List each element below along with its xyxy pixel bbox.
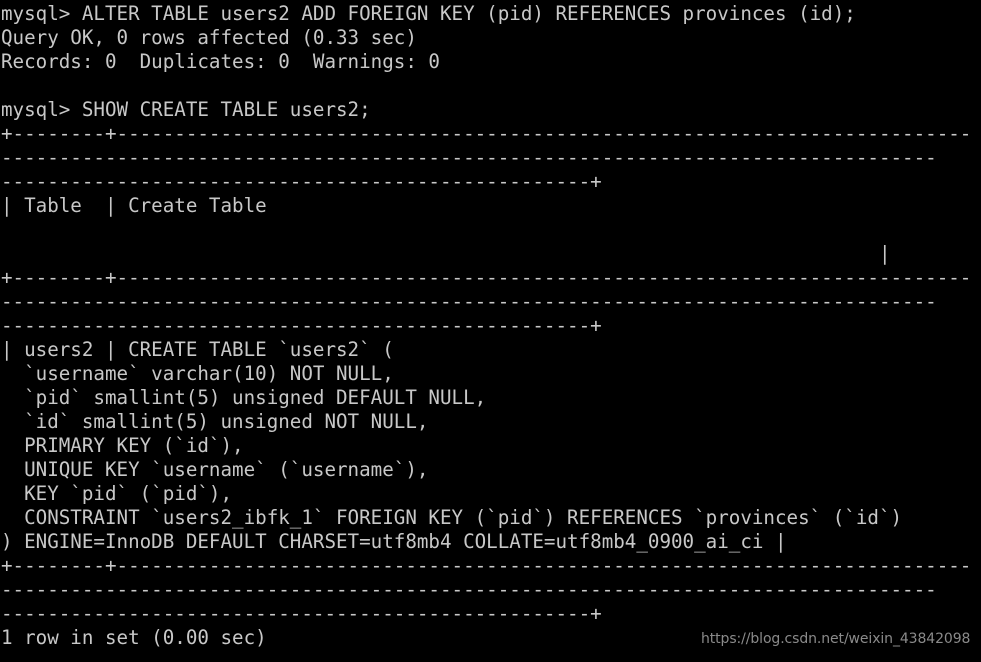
terminal-window[interactable]: mysql> ALTER TABLE users2 ADD FOREIGN KE… <box>0 0 981 662</box>
terminal-line: UNIQUE KEY `username` (`username`), <box>1 458 429 481</box>
terminal-line: CONSTRAINT `users2_ibfk_1` FOREIGN KEY (… <box>1 506 903 529</box>
terminal-line: ----------------------------------------… <box>1 290 937 313</box>
terminal-line: `pid` smallint(5) unsigned DEFAULT NULL, <box>1 386 487 409</box>
terminal-line: `id` smallint(5) unsigned NOT NULL, <box>1 410 429 433</box>
terminal-line: Records: 0 Duplicates: 0 Warnings: 0 <box>1 50 440 73</box>
terminal-line: ----------------------------------------… <box>1 314 602 337</box>
terminal-line: ----------------------------------------… <box>1 602 602 625</box>
terminal-line: PRIMARY KEY (`id`), <box>1 434 244 457</box>
terminal-line: `username` varchar(10) NOT NULL, <box>1 362 394 385</box>
terminal-line: +--------+------------------------------… <box>1 554 972 577</box>
terminal-line: KEY `pid` (`pid`), <box>1 482 233 505</box>
watermark-url: https://blog.csdn.net/weixin_43842098 <box>701 631 971 647</box>
terminal-line: ) ENGINE=InnoDB DEFAULT CHARSET=utf8mb4 … <box>1 530 787 553</box>
terminal-line: +--------+------------------------------… <box>1 122 972 145</box>
terminal-output: mysql> ALTER TABLE users2 ADD FOREIGN KE… <box>1 2 981 650</box>
terminal-line: | <box>1 242 891 265</box>
terminal-line: | Table | Create Table <box>1 194 267 217</box>
terminal-line: mysql> SHOW CREATE TABLE users2; <box>1 98 371 121</box>
terminal-line: Query OK, 0 rows affected (0.33 sec) <box>1 26 417 49</box>
terminal-line: ----------------------------------------… <box>1 578 937 601</box>
terminal-line: +--------+------------------------------… <box>1 266 972 289</box>
terminal-line: mysql> ALTER TABLE users2 ADD FOREIGN KE… <box>1 2 856 25</box>
terminal-line: ----------------------------------------… <box>1 170 602 193</box>
terminal-line: | users2 | CREATE TABLE `users2` ( <box>1 338 394 361</box>
terminal-line: ----------------------------------------… <box>1 146 937 169</box>
